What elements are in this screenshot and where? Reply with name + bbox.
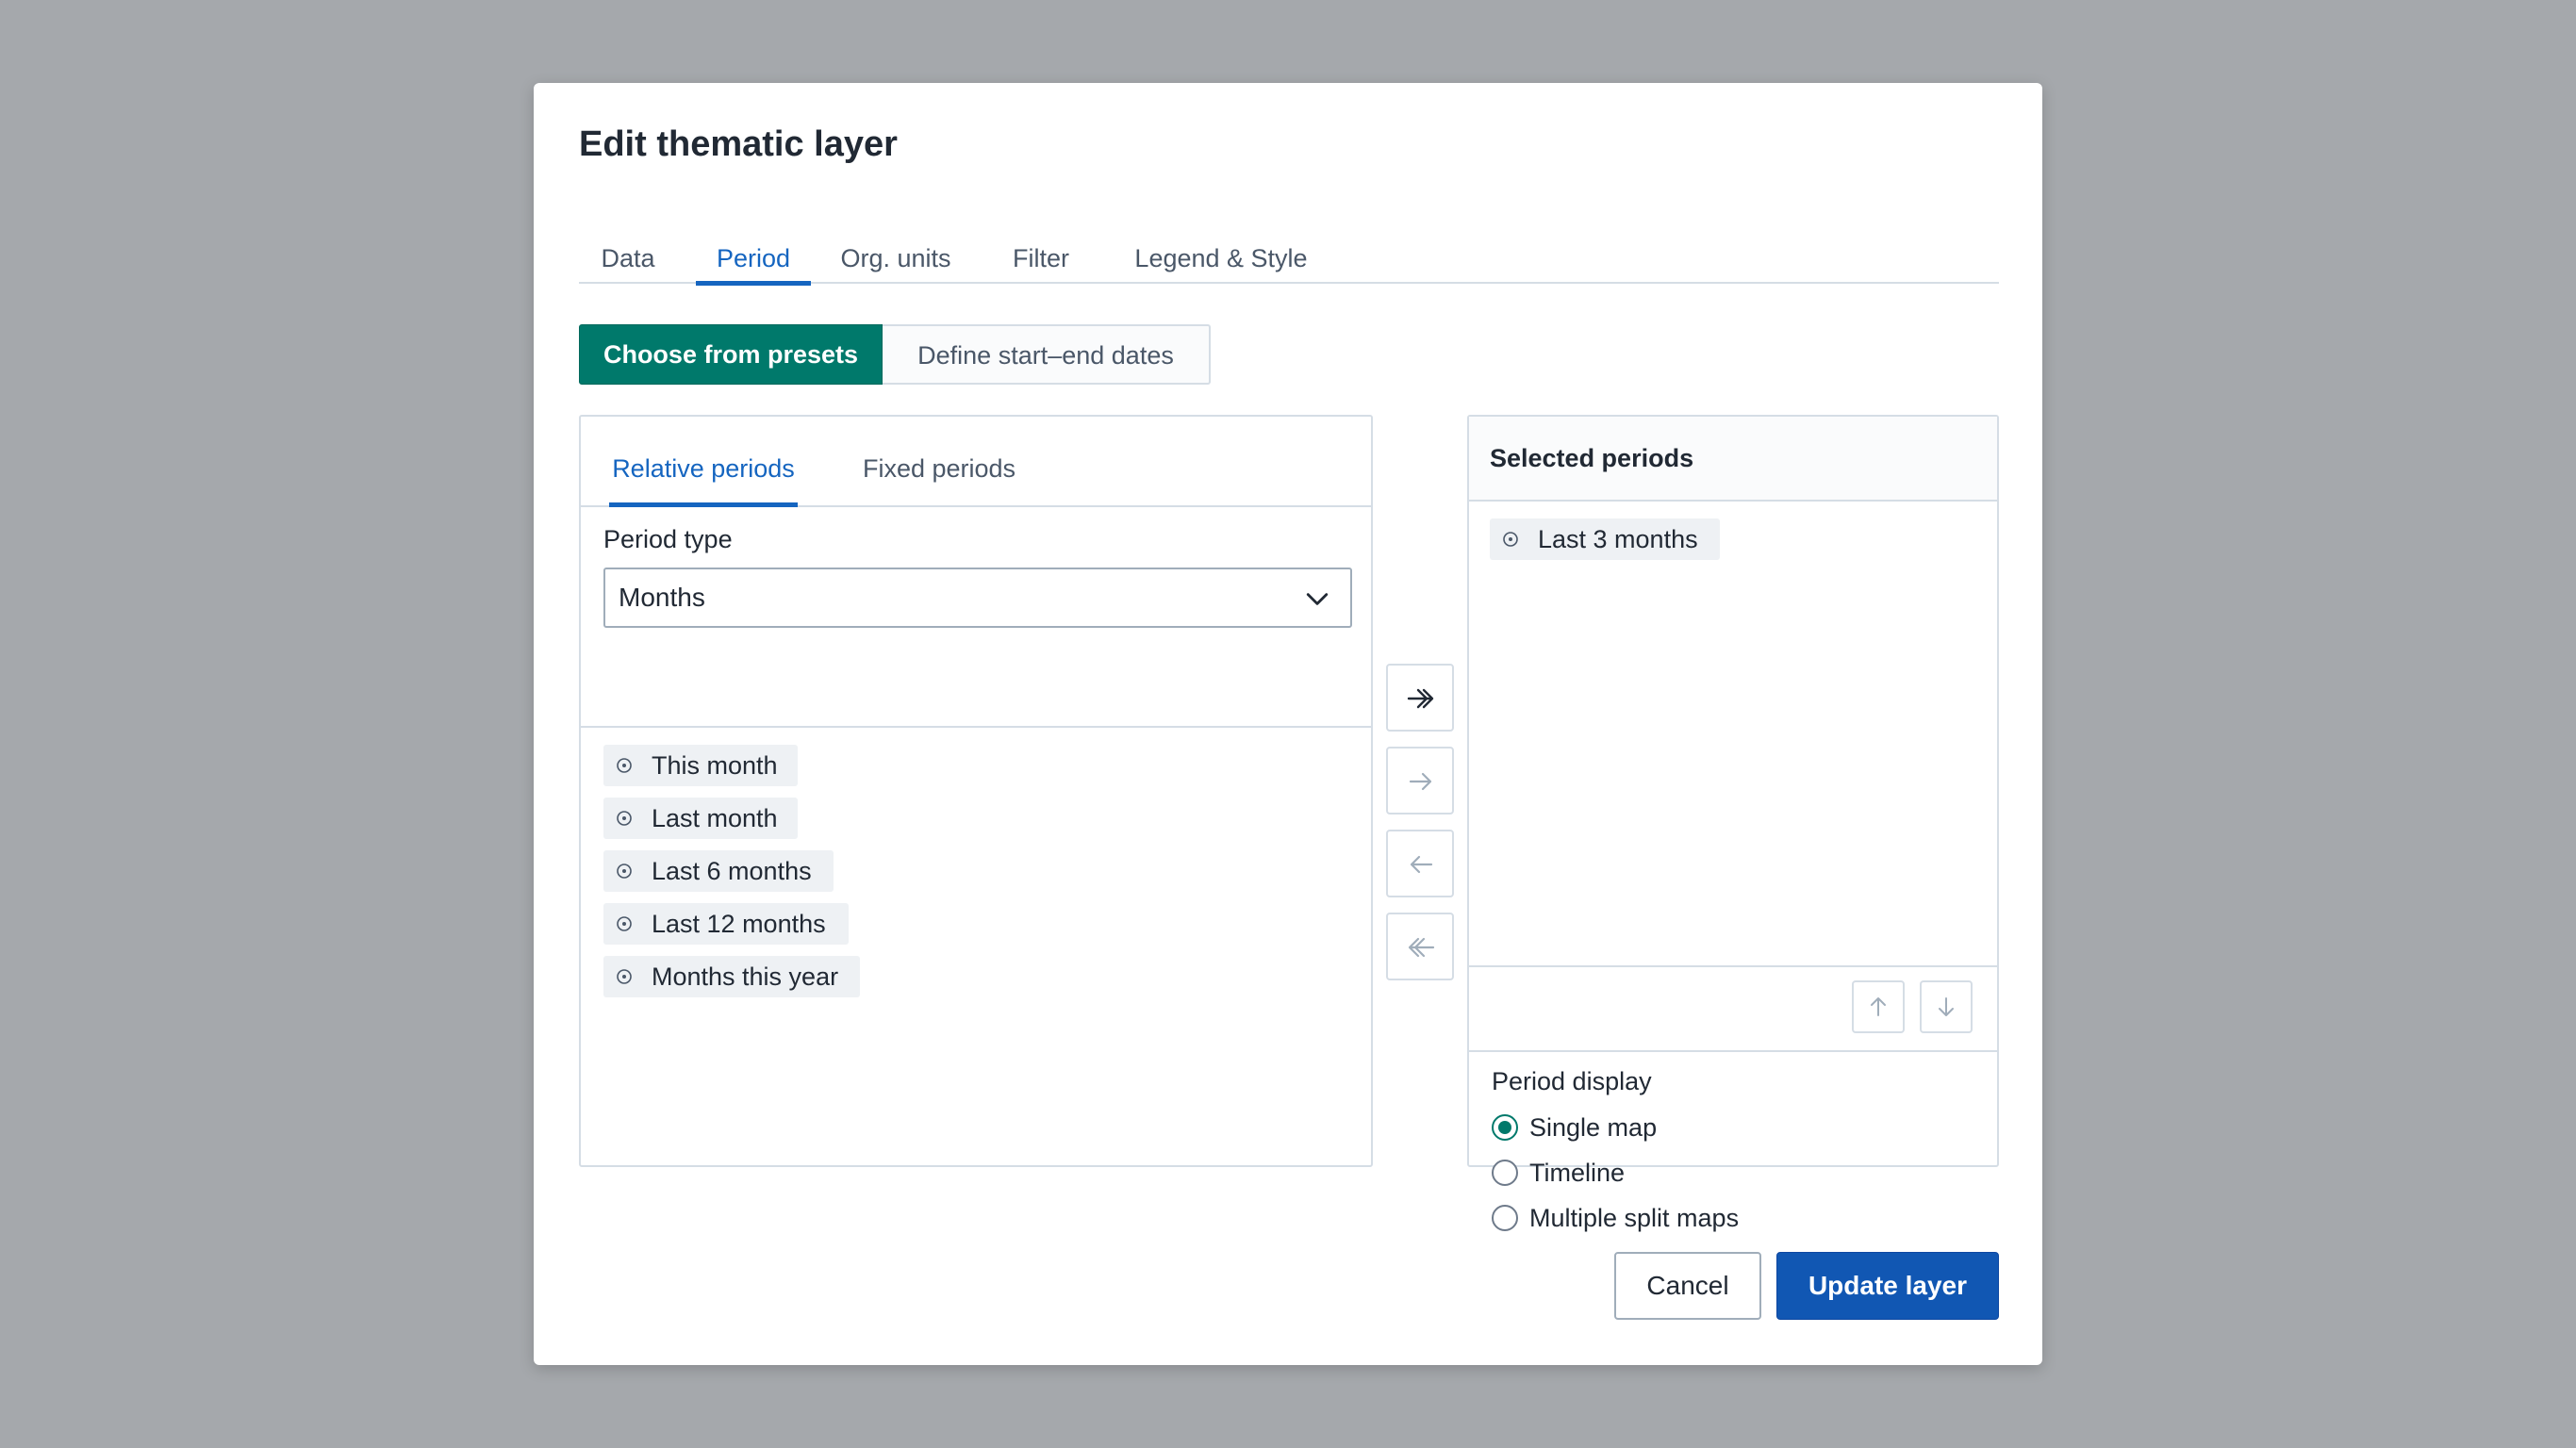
clock-icon (617, 758, 632, 773)
radio-button[interactable] (1492, 1114, 1518, 1141)
tab-org-units[interactable]: Org. units (820, 224, 971, 284)
list-item-label: Last 6 months (652, 857, 812, 885)
layer-tabs: Data Period Org. units Filter Legend & S… (579, 224, 1999, 286)
radio-label: Single map (1529, 1113, 1658, 1142)
select-all-button[interactable] (1386, 664, 1454, 732)
period-type-select[interactable]: Months (603, 568, 1352, 628)
list-item[interactable]: Last month (603, 798, 798, 839)
radio-label: Multiple split maps (1529, 1204, 1740, 1232)
selected-item[interactable]: Last 3 months (1490, 518, 1720, 560)
deselect-all-button[interactable] (1386, 913, 1454, 980)
clock-icon (617, 916, 632, 931)
tab-relative-periods[interactable]: Relative periods (609, 417, 798, 507)
radio-button[interactable] (1492, 1205, 1518, 1231)
list-item-label: Months this year (652, 963, 839, 991)
select-one-button[interactable] (1386, 747, 1454, 814)
period-display-label: Period display (1492, 1067, 1652, 1095)
arrow-right-icon (1409, 772, 1432, 791)
period-type-value: Months (619, 583, 705, 612)
list-item-label: This month (652, 751, 778, 780)
move-down-button[interactable] (1920, 980, 1973, 1033)
list-item-label: Last 12 months (652, 910, 826, 938)
tab-filter[interactable]: Filter (988, 224, 1094, 284)
chevron-down-icon (1306, 593, 1329, 605)
arrow-up-icon (1871, 997, 1886, 1016)
update-layer-button[interactable]: Update layer (1776, 1252, 1999, 1320)
list-item[interactable]: Last 12 months (603, 903, 849, 945)
selected-periods-panel: Selected periods Last 3 months Period di… (1467, 415, 1999, 1232)
period-subtabs: Relative periods Fixed periods (581, 417, 1371, 507)
cancel-button[interactable]: Cancel (1614, 1252, 1761, 1320)
selected-periods-title: Selected periods (1490, 444, 1694, 472)
tab-data[interactable]: Data (579, 224, 677, 284)
period-type-label: Period type (603, 525, 733, 553)
clock-icon (1503, 532, 1518, 547)
divider (1469, 965, 1997, 967)
radio-label: Timeline (1529, 1159, 1626, 1187)
clock-icon (617, 864, 632, 879)
arrow-down-icon (1939, 997, 1954, 1016)
clock-icon (617, 811, 632, 826)
selected-item-label: Last 3 months (1538, 525, 1698, 553)
clock-icon (617, 969, 632, 984)
move-up-button[interactable] (1852, 980, 1905, 1033)
selected-periods-header: Selected periods (1469, 417, 1997, 502)
tab-legend-style[interactable]: Legend & Style (1113, 224, 1329, 284)
define-start-end-dates-button[interactable]: Define start–end dates (883, 324, 1211, 385)
divider (581, 726, 1371, 728)
dialog-title: Edit thematic layer (579, 124, 898, 164)
double-arrow-right-icon (1407, 688, 1434, 709)
tab-fixed-periods[interactable]: Fixed periods (854, 417, 1024, 505)
deselect-one-button[interactable] (1386, 830, 1454, 897)
radio-button[interactable] (1492, 1160, 1518, 1186)
edit-layer-dialog: Edit thematic layer Data Period Org. uni… (534, 83, 2042, 1365)
choose-from-presets-button[interactable]: Choose from presets (579, 324, 883, 385)
list-item[interactable]: Last 6 months (603, 850, 834, 892)
double-arrow-left-icon (1408, 937, 1435, 958)
divider (1469, 1050, 1997, 1052)
list-item-label: Last month (652, 804, 778, 832)
tab-period[interactable]: Period (696, 224, 811, 286)
list-item[interactable]: Months this year (603, 956, 860, 997)
available-periods-panel: Relative periods Fixed periods Period ty… (579, 415, 1373, 1167)
arrow-left-icon (1410, 855, 1433, 874)
list-item[interactable]: This month (603, 745, 798, 786)
